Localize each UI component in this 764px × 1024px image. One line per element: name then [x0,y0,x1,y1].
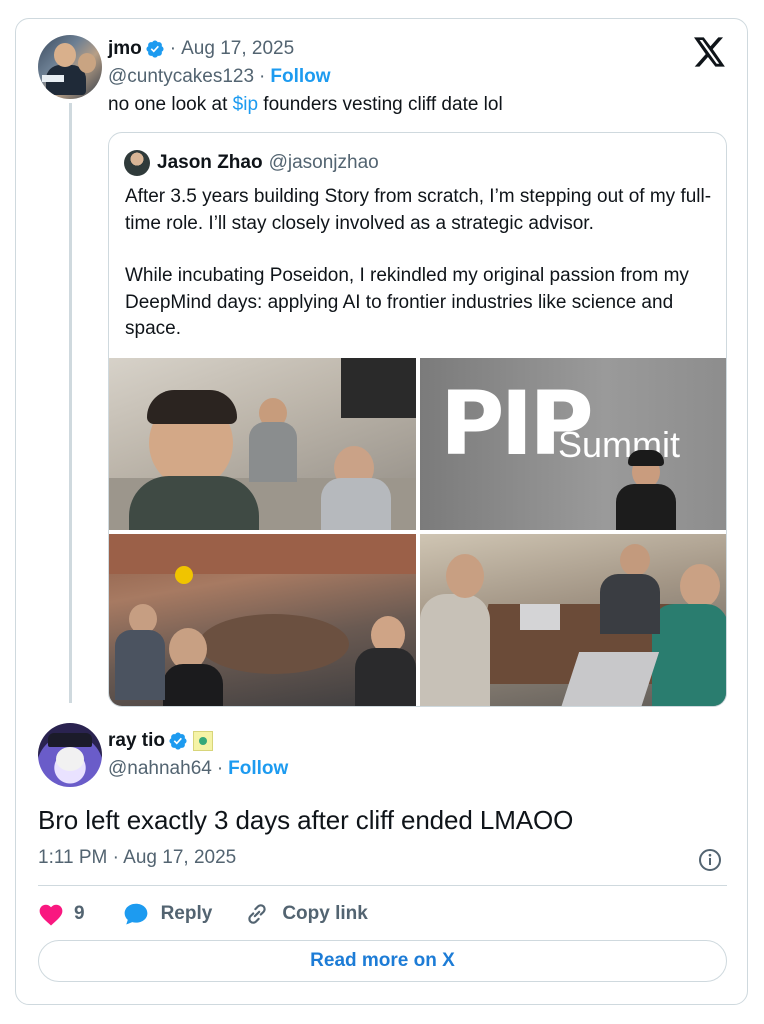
cashtag-link[interactable]: $ip [233,94,258,115]
author-handle-row: @cuntycakes123 · Follow [108,66,331,88]
verified-badge-icon [146,40,164,58]
like-count: 9 [74,903,85,924]
like-button[interactable]: 9 [38,902,85,926]
author-name-row: jmo · Aug 17, 2025 [108,38,295,60]
x-logo-icon[interactable] [694,37,726,67]
quote-author-row: Jason Zhao @jasonjzhao [157,150,379,176]
photo-team-working[interactable] [420,534,726,706]
reply-timestamp[interactable]: 1:11 PM · Aug 17, 2025 [38,847,236,869]
reply-bubble-icon [124,903,147,925]
author-avatar[interactable] [38,35,102,99]
quote-author-handle[interactable]: @jasonjzhao [269,152,379,174]
photo-office-selfie[interactable] [109,358,416,530]
quote-author-name[interactable]: Jason Zhao [157,152,263,174]
quote-paragraph: After 3.5 years building Story from scra… [125,186,712,234]
photo-grid: PIP Summit [109,358,726,706]
tweet-date[interactable]: Aug 17, 2025 [181,38,294,60]
quote-paragraph: While incubating Poseidon, I rekindled m… [125,265,689,339]
author-handle[interactable]: @cuntycakes123 [108,66,254,88]
reply-author-handle[interactable]: @nahnah64 [108,758,212,780]
divider [38,885,727,886]
action-bar: 9 Reply Copy link [38,899,368,929]
tweet-text: no one look at $ip founders vesting clif… [108,94,503,115]
reply-author-name[interactable]: ray tio [108,730,165,752]
affiliation-badge-icon[interactable] [193,731,214,751]
quote-text: After 3.5 years building Story from scra… [125,184,715,343]
reply-button[interactable]: Reply [123,902,213,926]
photo-team-dinner[interactable] [109,534,416,706]
reply-text: Bro left exactly 3 days after cliff ende… [38,805,574,835]
follow-button[interactable]: Follow [270,66,330,88]
heart-icon [39,904,63,926]
read-more-button[interactable]: Read more on X [38,940,727,982]
reply-label: Reply [160,903,213,924]
reply-author-avatar[interactable] [38,723,102,787]
info-icon[interactable] [698,848,722,872]
thread-line [69,103,72,703]
tweet-embed-card: jmo · Aug 17, 2025 @cuntycakes123 · Foll… [15,18,748,1005]
author-name[interactable]: jmo [108,38,142,60]
reply-author-name-row: ray tio [108,728,214,754]
copy-link-button[interactable]: Copy link [244,901,368,927]
quote-author-avatar[interactable] [124,150,150,176]
copy-link-label: Copy link [282,903,368,924]
link-icon [248,904,267,924]
reply-handle-row: @nahnah64 · Follow [108,758,289,780]
verified-badge-icon [169,732,187,750]
reply-follow-button[interactable]: Follow [228,758,288,780]
photo-pip-summit[interactable]: PIP Summit [420,358,726,530]
quoted-tweet[interactable]: Jason Zhao @jasonjzhao After 3.5 years b… [108,132,727,707]
